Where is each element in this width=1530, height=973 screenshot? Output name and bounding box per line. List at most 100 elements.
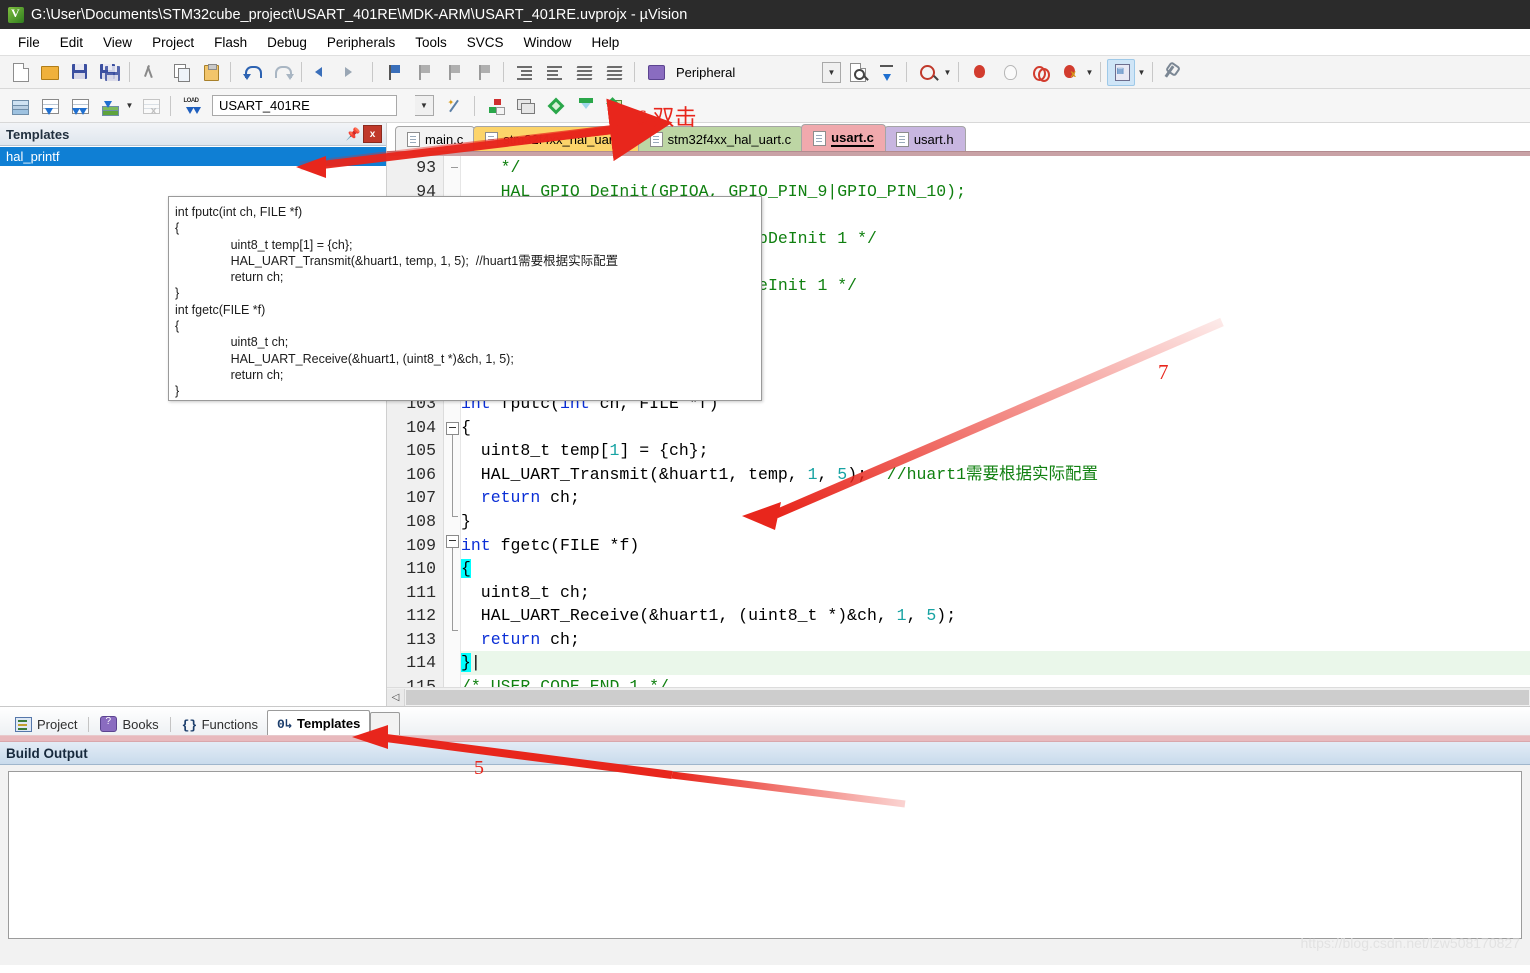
uncomment-icon[interactable]: [600, 59, 628, 86]
tab-usart-c[interactable]: usart.c: [801, 124, 886, 151]
panel-divider[interactable]: [0, 735, 1530, 742]
toolbar-overflow-icon[interactable]: ▼: [822, 61, 841, 83]
manage-windows-icon[interactable]: ▤: [1107, 58, 1135, 86]
bottom-tab-label: Templates: [296, 715, 361, 731]
auto-hide-pin-icon[interactable]: 📌: [345, 126, 361, 142]
navigate-back-icon[interactable]: [308, 59, 336, 86]
menu-item-flash[interactable]: Flash: [204, 32, 257, 53]
find-in-files-icon[interactable]: [842, 59, 870, 86]
pack-installer-icon[interactable]: [541, 92, 569, 119]
annotation-label-6: 6 双击: [636, 105, 697, 130]
insert-breakpoint-icon[interactable]: [965, 59, 993, 86]
code-line: return ch;: [480, 488, 580, 508]
open-file-icon[interactable]: [35, 59, 63, 86]
tooltip-line: return ch;: [175, 367, 284, 382]
tooltip-line: HAL_UART_Transmit(&huart1, temp, 1, 5); …: [175, 253, 619, 268]
bottom-tab-project[interactable]: Project: [6, 713, 86, 735]
bottom-tab-books[interactable]: Books: [91, 713, 167, 735]
menu-item-file[interactable]: File: [8, 32, 50, 53]
list-item[interactable]: hal_printf: [0, 147, 386, 166]
menu-item-help[interactable]: Help: [582, 32, 630, 53]
menu-item-peripherals[interactable]: Peripherals: [317, 32, 405, 53]
indent-left-icon[interactable]: [540, 59, 568, 86]
bookmark-prev-icon[interactable]: [409, 59, 437, 86]
new-file-icon[interactable]: [5, 59, 33, 86]
tab-overflow-stub[interactable]: [370, 712, 401, 735]
breakpoints-dropdown-icon[interactable]: ▼: [1084, 61, 1095, 83]
rebuild-icon[interactable]: [65, 92, 93, 119]
download-icon[interactable]: LOAD: [177, 92, 205, 119]
bookmark-toggle-icon[interactable]: [379, 59, 407, 86]
tab-separator: [169, 717, 171, 732]
magic-wand-icon[interactable]: ✦: [440, 92, 468, 119]
menu-item-project[interactable]: Project: [142, 32, 204, 53]
save-icon[interactable]: [65, 59, 93, 86]
pack-update-icon[interactable]: [601, 92, 629, 119]
disable-all-breakpoints-icon[interactable]: [1025, 59, 1053, 86]
project-target-dropdown-icon[interactable]: ▼: [415, 95, 434, 116]
code-line: HAL_UART_Receive(&huart1, (uint8_t *)&ch…: [461, 606, 957, 626]
bookmark-find-icon[interactable]: [872, 59, 900, 86]
disable-breakpoint-icon[interactable]: [995, 59, 1023, 86]
indent-right-icon[interactable]: [510, 59, 538, 86]
bookmark-clear-icon[interactable]: [469, 59, 497, 86]
cut-icon[interactable]: [136, 59, 164, 86]
customize-tools-icon[interactable]: [1159, 59, 1187, 86]
undo-icon[interactable]: [237, 59, 265, 86]
fold-box-104[interactable]: [444, 421, 460, 435]
tooltip-line: }: [175, 384, 180, 399]
bottom-tab-functions[interactable]: {} Functions: [173, 713, 267, 735]
translate-icon[interactable]: [5, 92, 33, 119]
project-target-select[interactable]: USART_401RE: [212, 95, 397, 116]
peripheral-icon[interactable]: [641, 59, 669, 86]
line-number: 105: [406, 441, 436, 461]
redo-icon[interactable]: [267, 59, 295, 86]
close-panel-icon[interactable]: x: [363, 125, 382, 143]
multi-project-icon[interactable]: [511, 92, 539, 119]
menu-item-window[interactable]: Window: [513, 32, 581, 53]
line-number: 115: [406, 677, 436, 687]
bookmark-next-icon[interactable]: [439, 59, 467, 86]
menu-item-edit[interactable]: Edit: [50, 32, 93, 53]
line-number: 107: [406, 488, 436, 508]
batch-build-dropdown-icon[interactable]: ▼: [124, 95, 135, 117]
menu-item-tools[interactable]: Tools: [405, 32, 457, 53]
fold-box-110[interactable]: [444, 534, 460, 548]
toolbar-separator: [958, 62, 959, 82]
comment-icon[interactable]: [570, 59, 598, 86]
tooltip-line: uint8_t temp[1] = {ch};: [175, 237, 353, 252]
menu-item-view[interactable]: View: [93, 32, 142, 53]
file-icon: [649, 131, 663, 147]
paste-icon[interactable]: [196, 59, 224, 86]
menu-item-debug[interactable]: Debug: [257, 32, 317, 53]
tab-stm32f4xx-hal-uart-h[interactable]: stm32f4xx_hal_uart.h: [473, 126, 640, 151]
toolbar-separator: [230, 62, 231, 82]
scroll-left-icon[interactable]: ◁: [387, 688, 405, 706]
build-output-text[interactable]: [8, 771, 1522, 939]
line-number: 106: [406, 464, 436, 484]
scrollbar-thumb[interactable]: [406, 689, 1529, 705]
copy-icon[interactable]: [166, 59, 194, 86]
pack-manager-icon[interactable]: [571, 92, 599, 119]
manage-components-icon[interactable]: [481, 92, 509, 119]
build-icon[interactable]: [35, 92, 63, 119]
line-number: 114: [406, 653, 436, 673]
magnify-icon[interactable]: [913, 59, 941, 86]
code-line: */: [461, 158, 521, 177]
menu-item-svcs[interactable]: SVCS: [457, 32, 514, 53]
kill-all-breakpoints-icon[interactable]: x: [1055, 59, 1083, 86]
tab-main-c[interactable]: main.c: [395, 126, 476, 151]
magnify-dropdown-icon[interactable]: ▼: [942, 61, 953, 83]
manage-windows-dropdown-icon[interactable]: ▼: [1136, 61, 1147, 83]
toolbar-separator: [906, 62, 907, 82]
navigate-forward-icon[interactable]: [338, 59, 366, 86]
horizontal-scrollbar[interactable]: ◁: [387, 687, 1530, 706]
save-all-icon[interactable]: [95, 59, 123, 86]
window-title-bar: G:\User\Documents\STM32cube_project\USAR…: [0, 0, 1530, 29]
stop-build-icon[interactable]: x: [136, 92, 164, 119]
toolbar-separator: [129, 62, 130, 82]
tab-usart-h[interactable]: usart.h: [883, 126, 966, 151]
bottom-tab-templates[interactable]: 0↳ Templates: [266, 710, 371, 735]
batch-build-icon[interactable]: [95, 92, 123, 119]
project-icon: [15, 716, 32, 732]
